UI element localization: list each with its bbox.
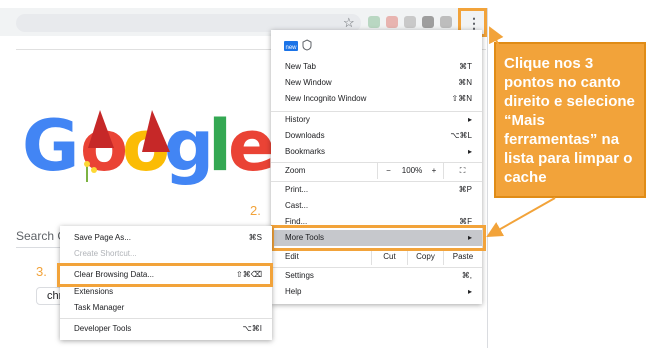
menu-item-label: Bookmarks (285, 147, 326, 156)
shortcut-label: ⌘S (248, 233, 262, 242)
shortcut-label: ⌥⌘L (450, 131, 472, 140)
menu-item-edit: Edit Cut Copy Paste (271, 249, 482, 265)
chevron-right-icon: ▸ (467, 147, 472, 156)
zoom-in-button[interactable]: + (425, 163, 443, 179)
new-badge-icon: new (284, 41, 298, 51)
gnome-illustration (84, 110, 170, 182)
extension-icon[interactable] (404, 16, 416, 28)
shortcut-label: ⌘, (461, 271, 472, 280)
arrow-to-more-tools (486, 197, 556, 237)
copy-button[interactable]: Copy (407, 249, 443, 265)
extension-icon[interactable] (368, 16, 380, 28)
doodle-letter: e (228, 105, 276, 187)
cut-button[interactable]: Cut (371, 249, 407, 265)
doodle-letter: G (22, 105, 80, 187)
menu-item-label: Save Page As... (74, 233, 131, 242)
menu-item-label: Zoom (285, 166, 306, 175)
zoom-level: 100% (401, 166, 423, 175)
menu-item-label: New Window (285, 78, 332, 87)
menu-item-label: Developer Tools (74, 324, 132, 333)
extension-icon[interactable] (440, 16, 452, 28)
divider (16, 247, 66, 248)
shortcut-label: ⌥⌘I (242, 324, 262, 333)
chevron-right-icon: ▸ (467, 115, 472, 124)
clear-browsing-data-highlight (57, 263, 273, 287)
shortcut-label: ⇧⌘N (451, 94, 472, 103)
star-icon[interactable]: ☆ (343, 15, 355, 31)
menu-item-history[interactable]: History ▸ (271, 112, 482, 128)
step-3-label: 3. (36, 264, 47, 279)
menu-item-label: Settings (285, 271, 314, 280)
menu-item-task-manager[interactable]: Task Manager (60, 300, 272, 316)
menu-item-downloads[interactable]: Downloads ⌥⌘L (271, 128, 482, 144)
google-doodle[interactable]: G o o g l e (22, 96, 276, 196)
svg-text:new: new (285, 45, 297, 51)
menu-item-save-page-as[interactable]: Save Page As... ⌘S (60, 230, 272, 246)
paste-button[interactable]: Paste (443, 249, 482, 265)
extension-icon[interactable] (386, 16, 398, 28)
menu-item-create-shortcut: Create Shortcut... (60, 246, 272, 262)
shortcut-label: ⌘P (458, 185, 472, 194)
more-tools-highlight (271, 225, 486, 251)
step-2-label: 2. (250, 203, 261, 218)
menu-item-label: Print... (285, 185, 309, 194)
chrome-main-menu: new New Tab ⌘T New Window ⌘N New Incognito… (271, 30, 482, 304)
extension-icon[interactable] (422, 16, 434, 28)
menu-item-label: Edit (285, 252, 299, 261)
menu-item-cast[interactable]: Cast... (271, 198, 482, 214)
fullscreen-icon[interactable]: ⛶ (443, 163, 481, 179)
instruction-callout: Clique nos 3 pontos no canto direito e s… (494, 42, 646, 198)
menu-item-new-window[interactable]: New Window ⌘N (271, 75, 482, 91)
menu-item-new-tab[interactable]: New Tab ⌘T (271, 59, 482, 75)
menu-item-label: Downloads (285, 131, 325, 140)
chevron-right-icon: ▸ (467, 287, 472, 296)
menu-item-settings[interactable]: Settings ⌘, (271, 268, 482, 284)
shield-icon (302, 39, 312, 51)
shortcut-label: ⌘N (458, 78, 472, 87)
menu-item-label: Task Manager (74, 303, 125, 312)
menu-item-label: Help (285, 287, 302, 296)
menu-item-label: New Incognito Window (285, 94, 367, 103)
menu-item-bookmarks[interactable]: Bookmarks ▸ (271, 144, 482, 160)
menu-item-new-incognito-window[interactable]: New Incognito Window ⇧⌘N (271, 91, 482, 107)
menu-item-print[interactable]: Print... ⌘P (271, 182, 482, 198)
menu-item-label: History (285, 115, 310, 124)
menu-item-label: Cast... (285, 201, 309, 210)
menu-item-help[interactable]: Help ▸ (271, 284, 482, 300)
shortcut-label: ⌘T (459, 62, 472, 71)
menu-item-zoom: Zoom − 100% + ⛶ (271, 163, 482, 179)
zoom-out-button[interactable]: − (377, 163, 399, 179)
divider (60, 318, 272, 319)
divider (487, 8, 488, 348)
menu-item-label: New Tab (285, 62, 316, 71)
menu-item-label: Create Shortcut... (74, 249, 137, 258)
menu-item-developer-tools[interactable]: Developer Tools ⌥⌘I (60, 321, 272, 337)
